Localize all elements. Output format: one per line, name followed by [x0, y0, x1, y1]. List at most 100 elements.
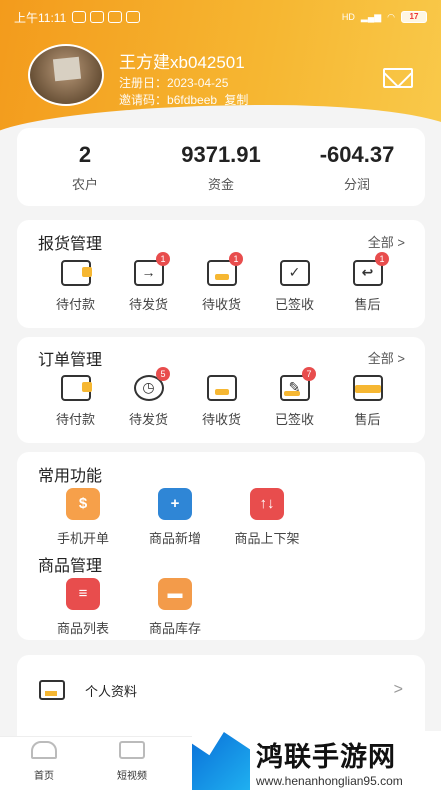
orders-signed[interactable]: ✎ 7 已签收	[258, 367, 331, 428]
tab-short-video[interactable]: 短视频	[102, 741, 162, 782]
register-info: 注册日：2023-04-25	[119, 74, 228, 91]
register-label: 注册日：	[119, 76, 168, 90]
signal-icon: ▂▄▆	[360, 11, 382, 22]
report-all-link[interactable]: 全部 >	[368, 232, 405, 251]
product-shelf-icon: ↑↓	[250, 488, 284, 520]
phone-order-item[interactable]: $ 手机开单	[43, 488, 123, 547]
stat-value: 9371.91	[181, 141, 261, 167]
wallet-icon	[60, 260, 92, 286]
report-pending-ship[interactable]: → 1 待发货	[112, 252, 185, 313]
item-label: 已签收	[274, 412, 314, 427]
product-stock-icon: ▬	[158, 578, 192, 610]
badge: 1	[156, 252, 170, 266]
stats-card: 2 农户 9371.91 资金 -604.37 分润	[17, 128, 425, 206]
item-label: 售后	[354, 412, 381, 427]
register-date: 2023-04-25	[167, 76, 229, 90]
product-stock-item[interactable]: ▬ 商品库存	[135, 578, 215, 637]
envelope-icon	[352, 375, 383, 401]
avatar[interactable]	[28, 44, 104, 106]
user-name: 王方建xb042501	[119, 53, 245, 72]
tab-home[interactable]: 首页	[14, 741, 74, 782]
mail-icon[interactable]	[383, 68, 413, 88]
report-icons: 待付款 → 1 待发货 1 待收货 ✓ 已签收 ↩ 1 售后	[17, 252, 425, 313]
badge: 7	[302, 367, 316, 381]
home-icon	[31, 741, 57, 759]
item-label: 商品库存	[148, 621, 201, 636]
product-shelf-item[interactable]: ↑↓ 商品上下架	[221, 488, 313, 547]
functions-title: 常用功能	[38, 468, 103, 485]
battery-icon: 17	[401, 11, 427, 23]
item-label: 待发货	[128, 297, 168, 312]
stat-farmers[interactable]: 2 农户	[35, 142, 135, 193]
report-pending-receive[interactable]: 1 待收货	[185, 252, 258, 313]
badge: 5	[156, 367, 170, 381]
report-pending-payment[interactable]: 待付款	[39, 260, 112, 313]
watermark-url: www.henanhonglian95.com	[256, 773, 403, 788]
tab-label: 短视频	[117, 771, 147, 782]
status-right: HD ▂▄▆ ◠ 17	[342, 11, 427, 23]
stat-value: 2	[78, 141, 92, 167]
profile-row[interactable]: 个人资料 >	[17, 659, 425, 721]
item-label: 商品上下架	[234, 531, 300, 546]
orders-icons: 待付款 ◷ 5 待发货 待收货 ✎ 7 已签收 售后	[17, 367, 425, 428]
item-label: 待发货	[128, 412, 168, 427]
product-add-item[interactable]: + 商品新增	[135, 488, 215, 547]
product-list-icon: ≡	[66, 578, 100, 610]
item-label: 商品列表	[56, 621, 109, 636]
watermark-name: 鸿联手游网	[256, 741, 396, 772]
watermark-logo-icon	[192, 732, 250, 790]
stat-label: 分润	[343, 176, 370, 192]
product-list-item[interactable]: ≡ 商品列表	[43, 578, 123, 637]
phone-order-icon: $	[66, 488, 100, 520]
orders-after-sale[interactable]: 售后	[331, 375, 404, 428]
watermark-text: 鸿联手游网 www.henanhonglian95.com	[256, 735, 403, 788]
notification-icon	[90, 11, 105, 23]
wallet-icon	[60, 375, 92, 401]
badge: 1	[375, 252, 389, 266]
report-card: 报货管理 全部 > 待付款 → 1 待发货 1 待收货 ✓ 已签收 ↩ 1 售后	[17, 220, 425, 328]
item-label: 已签收	[274, 297, 314, 312]
hd-icon: HD	[341, 12, 355, 22]
status-icons	[72, 11, 141, 23]
goods-title: 商品管理	[38, 558, 103, 575]
orders-pending-receive[interactable]: 待收货	[185, 375, 258, 428]
item-label: 待收货	[201, 412, 241, 427]
signed-check-icon: ✓	[279, 260, 310, 286]
invite-label: 邀请码：	[119, 93, 168, 107]
profile-label: 个人资料	[85, 683, 138, 699]
stat-value: -604.37	[319, 141, 395, 167]
alarm-icon	[72, 11, 87, 23]
status-time: 上午11:11	[14, 10, 67, 25]
item-label: 商品新增	[148, 531, 201, 546]
orders-pending-ship[interactable]: ◷ 5 待发货	[112, 367, 185, 428]
watermark: 鸿联手游网 www.henanhonglian95.com	[192, 731, 441, 791]
report-after-sale[interactable]: ↩ 1 售后	[331, 252, 404, 313]
stat-profit[interactable]: -604.37 分润	[307, 142, 407, 193]
tab-label: 首页	[34, 771, 54, 782]
chevron-right-icon: >	[393, 681, 403, 698]
orders-card: 订单管理 全部 > 待付款 ◷ 5 待发货 待收货 ✎ 7 已签收 售后	[17, 337, 425, 443]
item-label: 手机开单	[56, 531, 109, 546]
functions-card: 常用功能 $ 手机开单 + 商品新增 ↑↓ 商品上下架 商品管理 ≡ 商品列表 …	[17, 452, 425, 640]
report-title: 报货管理	[38, 236, 103, 253]
stat-label: 资金	[207, 176, 234, 192]
item-label: 待收货	[201, 297, 241, 312]
stat-funds[interactable]: 9371.91 资金	[171, 142, 271, 193]
app-icon	[108, 11, 123, 23]
orders-title: 订单管理	[38, 352, 103, 369]
item-label: 售后	[354, 297, 381, 312]
video-icon	[119, 741, 145, 759]
badge: 1	[229, 252, 243, 266]
item-label: 待付款	[55, 297, 95, 312]
product-add-icon: +	[158, 488, 192, 520]
profile-icon	[39, 680, 65, 700]
video-icon	[126, 11, 141, 23]
report-signed[interactable]: ✓ 已签收	[258, 260, 331, 313]
profile-header: 上午11:11 HD ▂▄▆ ◠ 17 王方建xb042501 注册日：2023…	[0, 0, 441, 135]
orders-pending-payment[interactable]: 待付款	[39, 375, 112, 428]
item-label: 待付款	[55, 412, 95, 427]
receive-bag-icon	[206, 375, 237, 401]
wifi-icon: ◠	[387, 11, 395, 22]
stat-label: 农户	[71, 176, 98, 192]
orders-all-link[interactable]: 全部 >	[368, 348, 405, 367]
